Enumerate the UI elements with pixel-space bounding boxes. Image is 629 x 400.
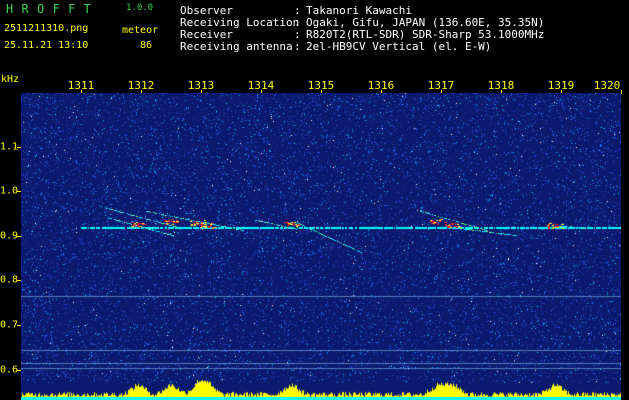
antenna-colon: : (294, 40, 301, 53)
location-colon: : (294, 16, 301, 29)
spectrogram-canvas (21, 93, 621, 400)
receiver-colon: : (294, 28, 301, 41)
y-tick-label: 1.1 (0, 141, 19, 153)
y-tick-label: 1.0 (0, 185, 19, 197)
observer-label: Observer (180, 4, 233, 17)
y-tick-label: 0.8 (0, 274, 19, 286)
file-datetime: 25.11.21 13:10 (4, 40, 89, 51)
x-axis-ticks: 1311 1312 1313 1314 1315 1316 1317 1318 1319 1320 (21, 79, 622, 94)
detection-count: 86 (140, 40, 153, 51)
location-value: Ogaki, Gifu, JAPAN (136.60E, 35.35N) (306, 16, 545, 29)
x-tick-mark (621, 90, 622, 94)
x-tick-label: 1320 (593, 79, 621, 92)
y-tick-label: 0.9 (0, 230, 19, 242)
y-tick-label: 0.7 (0, 319, 19, 331)
y-tick-label: 0.6 (0, 364, 19, 376)
app-version: 1.0.0 (126, 3, 154, 13)
detection-label: meteor (122, 25, 159, 36)
antenna-value: 2el-HB9CV Vertical (el. E-W) (306, 40, 492, 53)
file-name: 2511211310.png (4, 23, 89, 34)
hrofft-window: HROFFT 1.0.0 2511211310.png 25.11.21 13:… (0, 0, 629, 400)
antenna-label: Receiving antenna (180, 40, 293, 53)
y-axis-unit: kHz (1, 74, 20, 85)
receiver-value: R820T2(RTL-SDR) SDR-Sharp 53.1000MHz (306, 28, 545, 41)
observer-value: Takanori Kawachi (306, 4, 412, 17)
spectrogram (21, 93, 621, 400)
observer-colon: : (294, 4, 301, 17)
location-label: Receiving Location (180, 16, 300, 29)
receiver-label: Receiver (180, 28, 233, 41)
app-title: HROFFT (6, 2, 100, 16)
